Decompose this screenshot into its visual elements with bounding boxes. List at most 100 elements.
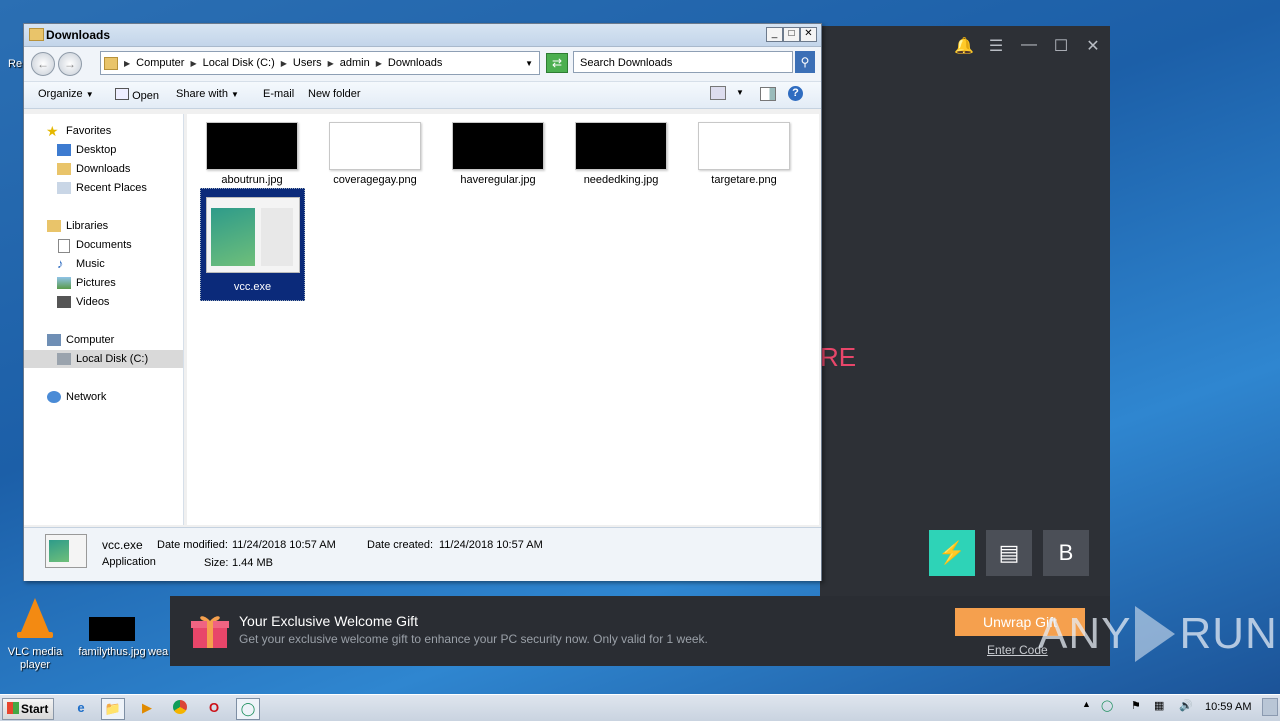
clock[interactable]: 10:59 AM bbox=[1205, 701, 1251, 713]
minimize-icon[interactable]: — bbox=[1018, 36, 1040, 54]
nav-documents[interactable]: Documents bbox=[24, 236, 183, 254]
file-item[interactable]: neededking.jpg bbox=[566, 122, 676, 186]
nav-label: Computer bbox=[66, 334, 115, 346]
preview-pane-icon[interactable] bbox=[760, 87, 776, 101]
show-hidden-icons[interactable]: ▲ bbox=[1082, 699, 1091, 709]
start-button[interactable]: Start bbox=[2, 698, 54, 720]
exe-thumbnail bbox=[205, 197, 300, 273]
email-button[interactable]: E-mail bbox=[263, 88, 294, 100]
exe-thumbnail bbox=[45, 534, 87, 568]
maximize-icon[interactable]: ☐ bbox=[1050, 36, 1072, 56]
play-icon bbox=[1135, 606, 1176, 662]
taskbar: Start e 📁 ▶ O ◯ ▲ ◯ ⚑ ▦ 🔊 10:59 AM bbox=[0, 694, 1280, 721]
explorer-window: Downloads _ □ ✕ ← → ▶ Computer ▶ Local D… bbox=[23, 23, 822, 581]
nav-label: Recent Places bbox=[76, 182, 147, 194]
shield-bolt-icon: ⚡ bbox=[938, 540, 966, 565]
organize-button[interactable]: Organize ▼ bbox=[38, 88, 94, 100]
nav-music[interactable]: ♪ Music bbox=[24, 255, 183, 273]
address-bar[interactable]: ▶ Computer ▶ Local Disk (C:) ▶ Users ▶ a… bbox=[100, 51, 540, 75]
search-icon[interactable]: ⚲ bbox=[795, 51, 815, 73]
desktop-edge-label: Re bbox=[8, 58, 23, 70]
network-tray-icon[interactable]: ▦ bbox=[1154, 699, 1164, 712]
forward-button[interactable]: → bbox=[58, 52, 82, 76]
chrome-icon[interactable] bbox=[169, 698, 191, 718]
desktop-icon-vlc[interactable]: VLC media player bbox=[5, 596, 65, 672]
folder-icon bbox=[104, 56, 118, 70]
back-button[interactable]: ← bbox=[31, 52, 55, 76]
share-label: Share with bbox=[176, 88, 228, 100]
open-label: Open bbox=[132, 90, 159, 102]
nav-desktop[interactable]: Desktop bbox=[24, 141, 183, 159]
desktop-icon-partial[interactable]: wea bbox=[148, 646, 174, 659]
desktop-icon-label: wea bbox=[148, 646, 169, 658]
share-with-button[interactable]: Share with ▼ bbox=[176, 88, 239, 100]
report-tile-button[interactable]: ▤ bbox=[986, 530, 1032, 576]
breadcrumb-downloads[interactable]: Downloads bbox=[388, 57, 442, 69]
desktop-icon-familythus[interactable]: familythus.jpg bbox=[76, 614, 148, 659]
change-view-icon[interactable] bbox=[710, 86, 726, 100]
breadcrumb-local-disk[interactable]: Local Disk (C:) bbox=[203, 57, 275, 69]
file-item[interactable]: coveragegay.png bbox=[320, 122, 430, 186]
size-label: Size: bbox=[204, 557, 229, 569]
nav-network[interactable]: Network bbox=[24, 388, 183, 406]
file-item[interactable]: haveregular.jpg bbox=[443, 122, 553, 186]
chevron-down-icon[interactable]: ▼ bbox=[525, 59, 533, 68]
title-bar[interactable]: Downloads _ □ ✕ bbox=[24, 24, 821, 47]
show-desktop-button[interactable] bbox=[1262, 698, 1278, 716]
nav-local-disk[interactable]: Local Disk (C:) bbox=[24, 350, 183, 368]
nav-computer[interactable]: Computer bbox=[24, 331, 183, 349]
nav-videos[interactable]: Videos bbox=[24, 293, 183, 311]
nav-label: Network bbox=[66, 391, 107, 403]
window-title: Downloads bbox=[46, 28, 111, 42]
file-name: coveragegay.png bbox=[333, 174, 417, 186]
close-button[interactable]: ✕ bbox=[800, 27, 817, 42]
ie-icon[interactable]: e bbox=[70, 698, 92, 718]
b-tile-button[interactable]: B bbox=[1043, 530, 1089, 576]
breadcrumb-admin[interactable]: admin bbox=[340, 57, 370, 69]
chevron-down-icon[interactable]: ▼ bbox=[736, 88, 744, 97]
protection-tile-button[interactable]: ⚡ bbox=[929, 530, 975, 576]
opera-icon[interactable]: O bbox=[203, 698, 225, 718]
nav-favorites[interactable]: ★ Favorites bbox=[24, 122, 183, 140]
security-tray-icon[interactable]: ◯ bbox=[1101, 699, 1113, 712]
chevron-right-icon: ▶ bbox=[190, 58, 197, 68]
b-tile-label: B bbox=[1058, 540, 1074, 565]
partial-headline: RE bbox=[820, 342, 857, 372]
close-icon[interactable]: ✕ bbox=[1082, 36, 1104, 56]
file-item[interactable]: targetare.png bbox=[689, 122, 799, 186]
nav-downloads[interactable]: Downloads bbox=[24, 160, 183, 178]
new-folder-button[interactable]: New folder bbox=[308, 88, 361, 100]
menu-icon[interactable]: ☰ bbox=[985, 36, 1007, 56]
file-item[interactable]: aboutrun.jpg bbox=[197, 122, 307, 186]
nav-pictures[interactable]: Pictures bbox=[24, 274, 183, 292]
breadcrumb-users[interactable]: Users bbox=[293, 57, 322, 69]
nav-label: Local Disk (C:) bbox=[76, 353, 149, 365]
help-icon[interactable]: ? bbox=[788, 86, 803, 101]
modified-value: 11/24/2018 10:57 AM bbox=[232, 539, 336, 551]
media-player-icon[interactable]: ▶ bbox=[136, 698, 158, 718]
nav-label: Favorites bbox=[66, 125, 112, 137]
file-name: vcc.exe bbox=[233, 281, 272, 293]
minimize-button[interactable]: _ bbox=[766, 27, 783, 42]
nav-libraries[interactable]: Libraries bbox=[24, 217, 183, 235]
desktop-icon bbox=[57, 144, 71, 156]
music-icon: ♪ bbox=[57, 256, 64, 271]
image-thumbnail bbox=[329, 122, 421, 170]
search-input[interactable]: Search Downloads bbox=[573, 51, 793, 73]
nav-recent-places[interactable]: Recent Places bbox=[24, 179, 183, 197]
maximize-button[interactable]: □ bbox=[783, 27, 800, 42]
open-button[interactable]: Open bbox=[115, 88, 159, 102]
explorer-taskbar-icon[interactable]: 📁 bbox=[101, 698, 125, 720]
security-app-taskbar-icon[interactable]: ◯ bbox=[236, 698, 260, 720]
recent-places-icon bbox=[57, 182, 71, 194]
refresh-button[interactable]: ⇄ bbox=[546, 53, 568, 73]
bell-icon[interactable]: 🔔 bbox=[953, 36, 975, 56]
watermark-any: ANY bbox=[1038, 609, 1132, 658]
image-thumbnail bbox=[206, 122, 298, 170]
file-item-selected[interactable]: vcc.exe bbox=[200, 188, 305, 301]
breadcrumb-computer[interactable]: Computer bbox=[136, 57, 184, 69]
modified-label: Date modified: bbox=[157, 539, 228, 551]
volume-icon[interactable]: 🔊 bbox=[1179, 699, 1193, 712]
libraries-icon bbox=[47, 220, 61, 232]
action-center-flag-icon[interactable]: ⚑ bbox=[1131, 699, 1141, 712]
